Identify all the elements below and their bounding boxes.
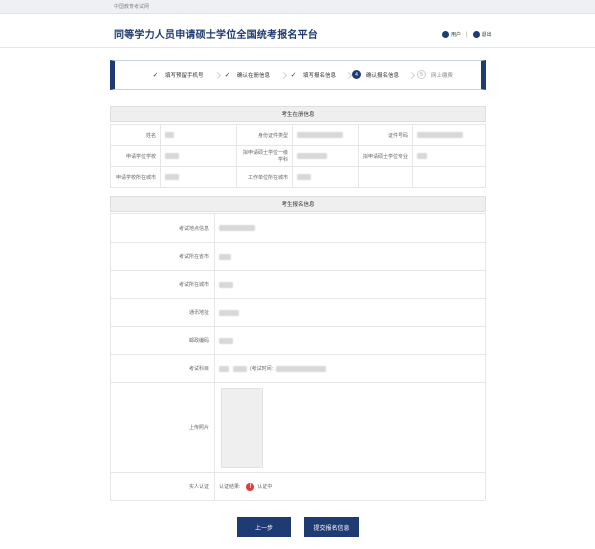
step-label: 确认报名信息 bbox=[366, 72, 400, 79]
table-row: 上传照片 bbox=[111, 382, 485, 472]
table-row: 考试地点信息 bbox=[111, 214, 485, 242]
table-row: 实人认证 认证结果: ! 认证中 bbox=[111, 472, 485, 500]
table-row: 考试科目 (考试时间: bbox=[111, 354, 485, 382]
id-number-label: 证件号码 bbox=[358, 124, 413, 146]
header: 同等学力人员申请硕士学位全国统考报名平台 用户 | 退出 bbox=[0, 14, 595, 48]
step-2: ✓ 确认在册信息 bbox=[223, 70, 270, 79]
table-row: 考试所在城市 bbox=[111, 270, 485, 298]
auth-result-label: 认证结果: bbox=[219, 484, 241, 490]
exam-site-value bbox=[215, 214, 485, 242]
auth-value: 认证结果: ! 认证中 bbox=[215, 473, 485, 500]
step-4: 4 确认报名信息 bbox=[352, 70, 399, 79]
address-value bbox=[215, 299, 485, 326]
table-row: 考试所在省市 bbox=[111, 242, 485, 270]
step-arrow-icon bbox=[407, 71, 416, 80]
step-3: ✓ 填写报名信息 bbox=[289, 70, 336, 79]
table-row: 通讯地址 bbox=[111, 298, 485, 326]
page-title: 同等学力人员申请硕士学位全国统考报名平台 bbox=[114, 30, 318, 41]
subject-time-label: (考试时间: bbox=[250, 366, 274, 372]
checkmark-icon: ✓ bbox=[224, 71, 231, 79]
warning-icon: ! bbox=[246, 482, 255, 491]
submit-button[interactable]: 提交报名信息 bbox=[304, 517, 359, 537]
registration-section-title: 考生在册信息 bbox=[110, 106, 486, 122]
progress-steps: ✓ 填写预留手机号 ✓ 确认在册信息 ✓ 填写报名信息 4 确认报名信息 5 网… bbox=[110, 60, 486, 90]
step-label: 确认在册信息 bbox=[237, 72, 271, 79]
table-row: 申请学校所在城市 工作单位所在城市 bbox=[110, 166, 486, 188]
exam-city-value bbox=[215, 271, 485, 298]
id-number-value bbox=[412, 124, 486, 146]
user-icon bbox=[442, 31, 449, 38]
step-number: 4 bbox=[352, 70, 361, 79]
auth-status: 认证中 bbox=[257, 484, 273, 490]
subject-label: 考试科目 bbox=[111, 355, 215, 382]
school-value bbox=[160, 145, 237, 167]
table-row: 姓名 身份证件类型 证件号码 bbox=[110, 124, 486, 146]
checkmark-icon: ✓ bbox=[152, 71, 159, 79]
postcode-label: 邮政编码 bbox=[111, 327, 215, 354]
exam-province-value bbox=[215, 243, 485, 270]
exam-province-label: 考试所在省市 bbox=[111, 243, 215, 270]
step-arrow-icon bbox=[213, 71, 222, 80]
id-type-value bbox=[292, 124, 359, 146]
id-type-label: 身份证件类型 bbox=[236, 124, 293, 146]
table-row: 邮政编码 bbox=[111, 326, 485, 354]
photo-value bbox=[215, 383, 485, 472]
school-city-label: 申请学校所在城市 bbox=[110, 166, 161, 188]
registration-table: 姓名 身份证件类型 证件号码 申请学位学校 拟申请硕士学位一级学科 拟申请硕士学… bbox=[110, 124, 486, 188]
discipline-value bbox=[292, 145, 359, 167]
exam-city-label: 考试所在城市 bbox=[111, 271, 215, 298]
header-actions: 用户 | 退出 bbox=[442, 31, 492, 38]
step-5: 5 网上缴费 bbox=[417, 70, 453, 79]
header-divider: | bbox=[466, 31, 468, 38]
step-label: 填写报名信息 bbox=[303, 72, 337, 79]
prev-button[interactable]: 上一步 bbox=[237, 517, 291, 537]
step-number: 5 bbox=[417, 70, 426, 79]
discipline-label: 拟申请硕士学位一级学科 bbox=[236, 145, 293, 167]
school-city-value bbox=[160, 166, 237, 188]
exam-site-label: 考试地点信息 bbox=[111, 214, 215, 242]
table-row: 申请学位学校 拟申请硕士学位一级学科 拟申请硕士学位专业 bbox=[110, 145, 486, 167]
photo-label: 上传照片 bbox=[111, 383, 215, 472]
major-label: 拟申请硕士学位专业 bbox=[358, 145, 413, 167]
postcode-value bbox=[215, 327, 485, 354]
subject-value: (考试时间: bbox=[215, 355, 485, 382]
auth-label: 实人认证 bbox=[111, 473, 215, 500]
step-arrow-icon bbox=[279, 71, 288, 80]
apply-table: 考试地点信息 考试所在省市 考试所在城市 通讯地址 邮政编码 考试科目 (考试时… bbox=[110, 213, 486, 501]
step-1: ✓ 填写预留手机号 bbox=[151, 70, 204, 79]
site-name: 中国教育考试网 bbox=[114, 4, 150, 10]
major-value bbox=[412, 145, 486, 167]
applicant-photo bbox=[221, 387, 263, 468]
logout-link[interactable]: 退出 bbox=[482, 31, 492, 38]
name-label: 姓名 bbox=[110, 124, 161, 146]
step-arrow-icon bbox=[344, 71, 353, 80]
name-value bbox=[160, 124, 237, 146]
school-label: 申请学位学校 bbox=[110, 145, 161, 167]
step-label: 填写预留手机号 bbox=[165, 72, 204, 79]
logout-icon bbox=[472, 31, 480, 38]
address-label: 通讯地址 bbox=[111, 299, 215, 326]
top-bar: 中国教育考试网 bbox=[0, 0, 595, 14]
apply-section-title: 考生报名信息 bbox=[110, 196, 486, 212]
work-city-label: 工作单位所在城市 bbox=[236, 166, 293, 188]
work-city-value bbox=[292, 166, 359, 188]
user-link[interactable]: 用户 bbox=[451, 31, 461, 38]
checkmark-icon: ✓ bbox=[290, 71, 297, 79]
step-label: 网上缴费 bbox=[431, 72, 454, 79]
